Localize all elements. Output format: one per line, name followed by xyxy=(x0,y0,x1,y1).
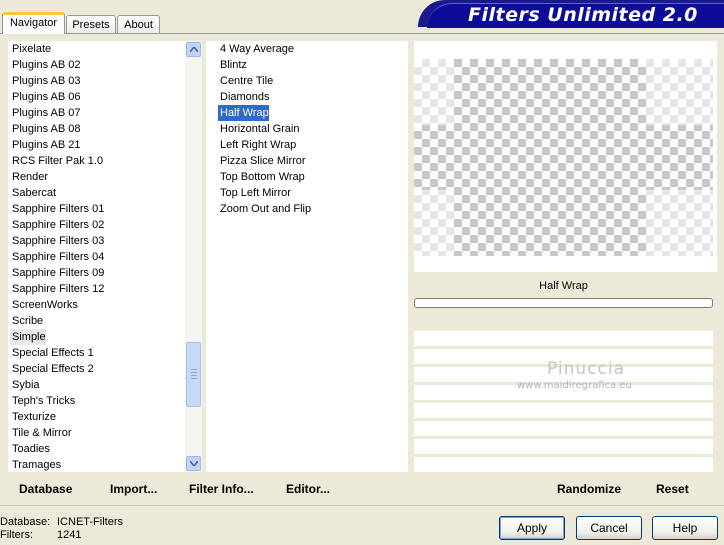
apply-button[interactable]: Apply xyxy=(499,516,565,540)
category-item[interactable]: Special Effects 1 xyxy=(10,345,94,361)
parameter-slot xyxy=(414,331,713,346)
tab-navigator[interactable]: Navigator xyxy=(2,12,65,34)
category-item[interactable]: Toadies xyxy=(10,441,50,457)
filter-item[interactable]: Zoom Out and Flip xyxy=(218,201,311,217)
category-item[interactable]: Tile & Mirror xyxy=(10,425,71,441)
chevron-down-icon[interactable] xyxy=(186,456,201,471)
category-item[interactable]: RCS Filter Pak 1.0 xyxy=(10,153,103,169)
filter-item[interactable]: Centre Tile xyxy=(218,73,273,89)
preview-tile xyxy=(646,59,713,125)
filter-item[interactable]: Half Wrap xyxy=(218,105,269,121)
tab-presets[interactable]: Presets xyxy=(66,15,116,33)
parameter-slot xyxy=(414,421,713,436)
filters-count-label: Filters: xyxy=(0,529,33,541)
category-item[interactable]: Sapphire Filters 12 xyxy=(10,281,104,297)
randomize-button[interactable]: Randomize xyxy=(557,481,621,497)
watermark-name: Pinuccia xyxy=(547,359,625,379)
preview-tile xyxy=(414,59,454,125)
category-item[interactable]: Sapphire Filters 09 xyxy=(10,265,104,281)
category-item[interactable]: Sapphire Filters 01 xyxy=(10,201,104,217)
cancel-button[interactable]: Cancel xyxy=(576,516,642,540)
tab-divider xyxy=(0,33,724,34)
watermark-url: www.maidiregrafica.eu xyxy=(517,380,632,391)
category-item[interactable]: ScreenWorks xyxy=(10,297,78,313)
category-scrollbar[interactable] xyxy=(185,41,202,472)
import-button[interactable]: Import... xyxy=(110,481,157,497)
category-item[interactable]: Plugins AB 06 xyxy=(10,89,81,105)
category-item[interactable]: Pixelate xyxy=(10,41,51,57)
parameter-slot xyxy=(414,403,713,418)
category-item[interactable]: Scribe xyxy=(10,313,43,329)
preview-tile xyxy=(646,190,713,256)
category-item[interactable]: Teph's Tricks xyxy=(10,393,75,409)
app-title: Filters Unlimited 2.0 xyxy=(468,4,698,26)
help-button[interactable]: Help xyxy=(652,516,718,540)
filter-item[interactable]: Blintz xyxy=(218,57,247,73)
progress-bar xyxy=(414,298,713,308)
filter-list[interactable]: 4 Way Average Blintz Centre Tile Diamonds Ha… xyxy=(206,41,408,472)
editor-button[interactable]: Editor... xyxy=(286,481,330,497)
chevron-up-icon[interactable] xyxy=(186,42,201,57)
category-item[interactable]: Sapphire Filters 02 xyxy=(10,217,104,233)
filter-item[interactable]: Top Bottom Wrap xyxy=(218,169,305,185)
tab-about[interactable]: About xyxy=(117,15,160,33)
category-item[interactable]: Tramages xyxy=(10,457,61,472)
filter-item[interactable]: Pizza Slice Mirror xyxy=(218,153,306,169)
category-item[interactable]: Plugins AB 03 xyxy=(10,73,81,89)
scrollbar-thumb[interactable] xyxy=(186,342,201,407)
divider xyxy=(0,505,724,506)
category-item[interactable]: Simple xyxy=(10,329,46,345)
category-item[interactable]: Sapphire Filters 04 xyxy=(10,249,104,265)
category-item[interactable]: Plugins AB 21 xyxy=(10,137,81,153)
database-button[interactable]: Database xyxy=(19,481,72,497)
filter-info-button[interactable]: Filter Info... xyxy=(189,481,254,497)
category-item[interactable]: Sabercat xyxy=(10,185,56,201)
category-item[interactable]: Sapphire Filters 03 xyxy=(10,233,104,249)
filter-item[interactable]: Diamonds xyxy=(218,89,270,105)
preview-tile xyxy=(414,190,454,256)
database-status-value: ICNET-Filters xyxy=(57,516,123,528)
category-item[interactable]: Plugins AB 07 xyxy=(10,105,81,121)
category-item[interactable]: Plugins AB 02 xyxy=(10,57,81,73)
filter-item[interactable]: Left Right Wrap xyxy=(218,137,296,153)
filter-item[interactable]: Top Left Mirror xyxy=(218,185,291,201)
filters-count-value: 1241 xyxy=(57,529,82,541)
category-item[interactable]: Plugins AB 08 xyxy=(10,121,81,137)
parameter-slot xyxy=(414,457,713,472)
category-item[interactable]: Sybia xyxy=(10,377,40,393)
category-item[interactable]: Special Effects 2 xyxy=(10,361,94,377)
category-item[interactable]: Render xyxy=(10,169,48,185)
preview-filter-name: Half Wrap xyxy=(539,280,588,292)
filter-item[interactable]: 4 Way Average xyxy=(218,41,294,57)
category-item[interactable]: Texturize xyxy=(10,409,56,425)
reset-button[interactable]: Reset xyxy=(656,481,689,497)
database-status-label: Database: xyxy=(0,516,51,528)
category-list[interactable]: Pixelate Plugins AB 02 Plugins AB 03 Plugin… xyxy=(8,41,185,472)
filter-item[interactable]: Horizontal Grain xyxy=(218,121,299,137)
parameter-slot xyxy=(414,439,713,454)
